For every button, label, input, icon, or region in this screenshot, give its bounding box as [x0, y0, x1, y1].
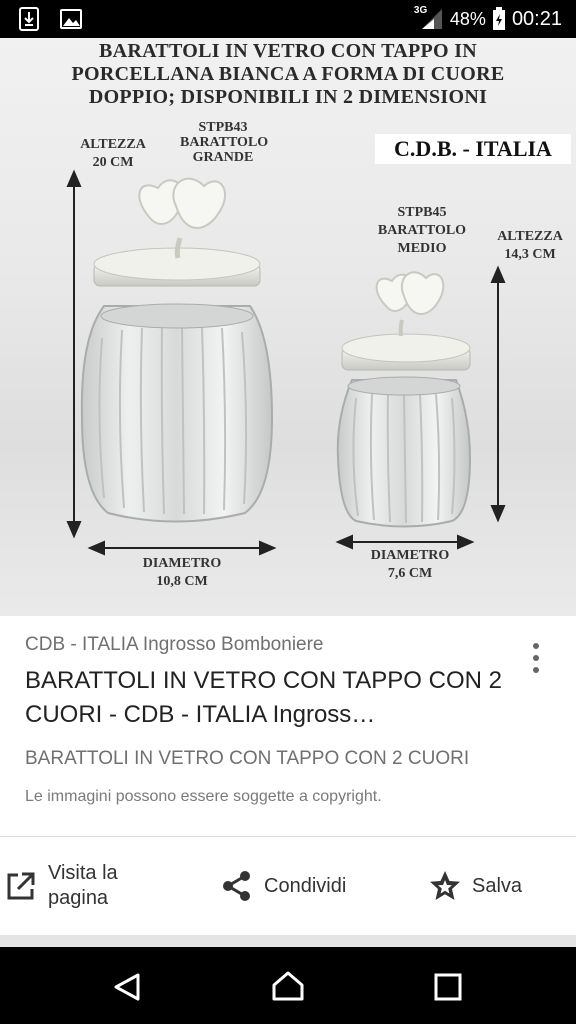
status-right: 3G 48% 00:21 — [414, 0, 562, 38]
label-line: ALTEZZA — [80, 137, 146, 152]
image-title-line: BARATTOLI IN VETRO CON TAPPO IN — [98, 40, 478, 62]
small-jar-diameter: DIAMETRO 7,6 CM — [346, 547, 474, 583]
small-jar-code: STPB45 BARATTOLO MEDIO — [362, 204, 482, 258]
recent-apps-icon[interactable] — [428, 967, 468, 1007]
notification-icons — [18, 7, 82, 31]
visit-page-button[interactable]: Visita la pagina — [4, 837, 138, 935]
label-line: BARATTOLO — [377, 223, 467, 238]
action-bar: Visita la pagina Condividi Salva — [0, 837, 576, 935]
signal-icon: 3G — [414, 5, 444, 31]
save-label: Salva — [472, 874, 523, 897]
big-jar-code: STPB43 BARATTOLO GRANDE — [180, 120, 269, 165]
image-title: BARATTOLI IN VETRO CON TAPPO IN PORCELLA… — [0, 40, 576, 109]
label-line: GRANDE — [192, 150, 254, 165]
status-bar: 3G 48% 00:21 — [0, 0, 576, 38]
copyright-note: Le immagini possono essere soggette a co… — [25, 788, 382, 805]
share-button[interactable]: Condividi — [220, 837, 346, 935]
brand-label: C.D.B. - ITALIA — [375, 134, 571, 164]
label-line: DIAMETRO — [142, 556, 222, 571]
label-line: 20 CM — [92, 155, 134, 170]
dot — [533, 667, 539, 673]
result-title[interactable]: BARATTOLI IN VETRO CON TAPPO CON 2 CUORI… — [25, 664, 515, 732]
small-jar — [336, 271, 472, 528]
home-icon[interactable] — [268, 967, 308, 1007]
small-jar-height: ALTEZZA 14,3 CM — [488, 228, 572, 264]
label-line: BARATTOLO — [180, 135, 269, 150]
label-line: MEDIO — [397, 241, 447, 256]
save-button[interactable]: Salva — [428, 837, 522, 935]
label-line: STPB43 — [198, 120, 248, 135]
image-title-line: DOPPIO; DISPONIBILI IN 2 DIMENSIONI — [88, 86, 488, 108]
label-line: 7,6 CM — [387, 566, 433, 581]
more-vert-icon[interactable] — [520, 636, 552, 680]
source-site[interactable]: CDB - ITALIA Ingrosso Bomboniere — [25, 634, 324, 656]
visit-page-label: Visita la pagina — [48, 862, 118, 909]
big-jar-height: ALTEZZA 20 CM — [68, 136, 158, 172]
product-image[interactable]: BARATTOLI IN VETRO CON TAPPO IN PORCELLA… — [0, 38, 576, 616]
navigation-bar — [0, 947, 576, 1024]
label-line: STPB45 — [397, 205, 447, 220]
label-line: DIAMETRO — [370, 548, 450, 563]
result-description: BARATTOLI IN VETRO CON TAPPO CON 2 CUORI — [25, 748, 470, 769]
download-icon — [19, 7, 39, 31]
result-card: CDB - ITALIA Ingrosso Bomboniere BARATTO… — [0, 616, 576, 836]
share-label: Condividi — [264, 874, 347, 897]
big-jar-diameter: DIAMETRO 10,8 CM — [118, 555, 246, 591]
battery-percent: 48% — [449, 8, 486, 29]
dot — [533, 655, 539, 661]
open-in-new-icon — [7, 872, 35, 900]
back-triangle-icon[interactable] — [108, 967, 148, 1007]
dot — [533, 643, 539, 649]
big-jar — [80, 177, 274, 523]
battery-icon — [492, 7, 505, 30]
label-line: 14,3 CM — [504, 247, 556, 262]
jars-illustration — [66, 169, 506, 556]
star-icon — [430, 871, 460, 900]
separator-band — [0, 935, 576, 947]
share-icon — [223, 871, 250, 901]
image-title-line: PORCELLANA BIANCA A FORMA DI CUORE — [71, 63, 505, 85]
label-line: 10,8 CM — [156, 574, 208, 589]
label-line: ALTEZZA — [497, 229, 563, 244]
clock: 00:21 — [511, 7, 562, 30]
image-notification-icon — [60, 9, 82, 29]
